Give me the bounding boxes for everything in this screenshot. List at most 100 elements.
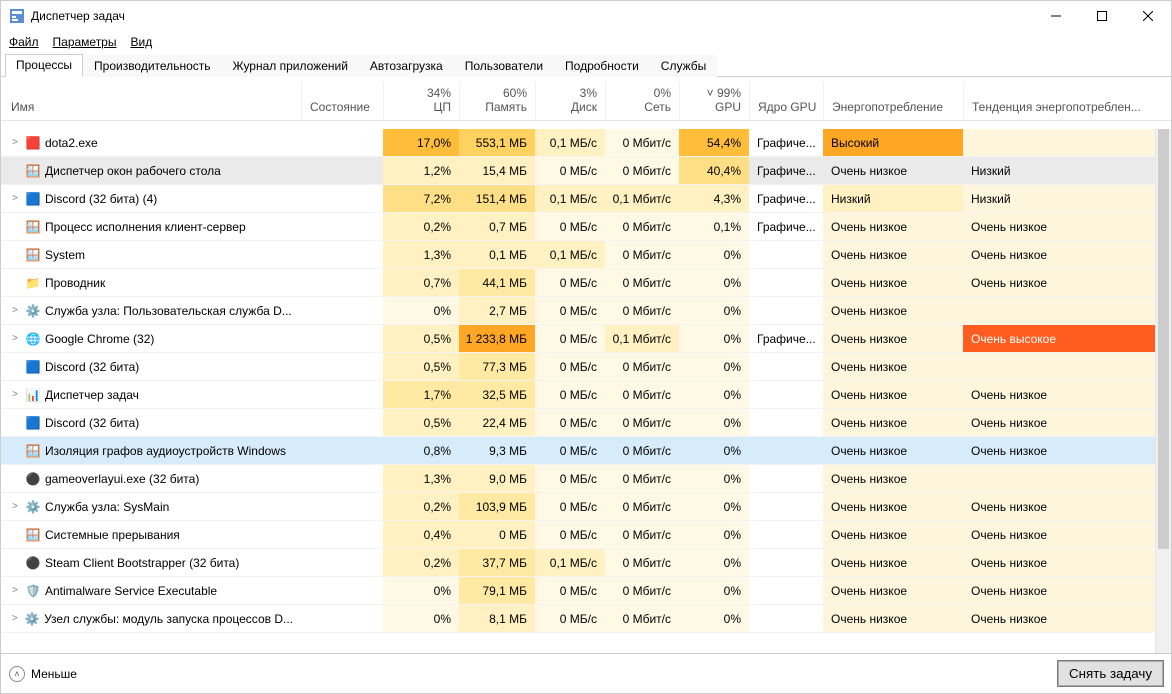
tab-processes[interactable]: Процессы: [5, 54, 83, 77]
disk-cell: 0 МБ/с: [535, 269, 605, 296]
gpu-engine-cell: [749, 353, 823, 380]
power-trend-cell: Очень низкое: [963, 521, 1155, 548]
tab-startup[interactable]: Автозагрузка: [359, 55, 454, 77]
tab-services[interactable]: Службы: [650, 55, 717, 77]
gpu-engine-cell: [749, 409, 823, 436]
expand-chevron-icon[interactable]: >: [9, 305, 21, 316]
scrollbar[interactable]: [1155, 129, 1171, 653]
table-row[interactable]: >⚙️Служба узла: SysMain0,2%103,9 МБ0 МБ/…: [1, 493, 1155, 521]
table-row[interactable]: 🪟Изоляция графов аудиоустройств Windows0…: [1, 437, 1155, 465]
menu-options[interactable]: Параметры: [53, 35, 117, 49]
tab-performance[interactable]: Производительность: [83, 55, 221, 77]
gpu-engine-cell: [749, 381, 823, 408]
table-row[interactable]: >⚙️Служба узла: Пользовательская служба …: [1, 297, 1155, 325]
process-icon: 🛡️: [25, 583, 41, 599]
process-icon: 🪟: [25, 163, 41, 179]
table-row[interactable]: 🪟Процесс исполнения клиент-сервер0,2%0,7…: [1, 213, 1155, 241]
memory-cell: 9,0 МБ: [459, 465, 535, 492]
end-task-button[interactable]: Снять задачу: [1058, 661, 1163, 686]
gpu-engine-cell: [749, 605, 823, 632]
gpu-engine-cell: [749, 297, 823, 324]
gpu-cell: 0%: [679, 381, 749, 408]
network-cell: 0 Мбит/с: [605, 605, 679, 632]
power-trend-cell: [963, 297, 1155, 324]
network-cell: 0,1 Мбит/с: [605, 185, 679, 212]
menu-file[interactable]: Файл: [9, 35, 39, 49]
table-row[interactable]: ⚫gameoverlayui.exe (32 бита)1,3%9,0 МБ0 …: [1, 465, 1155, 493]
network-cell: 0 Мбит/с: [605, 269, 679, 296]
gpu-engine-cell: [749, 521, 823, 548]
window-controls: [1033, 1, 1171, 31]
network-cell: 0 Мбит/с: [605, 241, 679, 268]
expand-chevron-icon[interactable]: >: [9, 389, 21, 400]
memory-cell: 553,1 МБ: [459, 129, 535, 156]
table-row[interactable]: >🛡️Antimalware Service Executable0%79,1 …: [1, 577, 1155, 605]
expand-chevron-icon[interactable]: >: [9, 333, 21, 344]
table-row[interactable]: >🌐Google Chrome (32)0,5%1 233,8 МБ0 МБ/с…: [1, 325, 1155, 353]
col-disk[interactable]: 3%Диск: [535, 82, 605, 120]
scroll-thumb[interactable]: [1158, 129, 1169, 549]
disk-cell: 0 МБ/с: [535, 605, 605, 632]
memory-cell: 44,1 МБ: [459, 269, 535, 296]
table-row[interactable]: 📁Проводник0,7%44,1 МБ0 МБ/с0 Мбит/с0%Оче…: [1, 269, 1155, 297]
process-name: Диспетчер задач: [45, 388, 139, 402]
power-cell: Очень низкое: [823, 577, 963, 604]
col-network[interactable]: 0%Сеть: [605, 82, 679, 120]
table-row[interactable]: >🟥dota2.exe17,0%553,1 МБ0,1 МБ/с0 Мбит/с…: [1, 129, 1155, 157]
table-row[interactable]: 🟦Discord (32 бита)0,5%22,4 МБ0 МБ/с0 Мби…: [1, 409, 1155, 437]
table-row[interactable]: ⚫Steam Client Bootstrapper (32 бита)0,2%…: [1, 549, 1155, 577]
col-power[interactable]: Энергопотребление: [823, 82, 963, 120]
expand-chevron-icon[interactable]: >: [9, 585, 21, 596]
process-name-cell: >⚙️Узел службы: модуль запуска процессов…: [1, 605, 301, 632]
table-row[interactable]: 🪟Диспетчер окон рабочего стола1,2%15,4 М…: [1, 157, 1155, 185]
expand-chevron-icon[interactable]: >: [9, 193, 21, 204]
col-gpu-engine[interactable]: Ядро GPU: [749, 82, 823, 120]
cpu-cell: 0,5%: [383, 409, 459, 436]
tab-details[interactable]: Подробности: [554, 55, 650, 77]
expand-chevron-icon[interactable]: >: [9, 137, 21, 148]
tab-apphistory[interactable]: Журнал приложений: [222, 55, 359, 77]
cpu-cell: 0,7%: [383, 269, 459, 296]
table-row[interactable]: >🟦Discord (32 бита) (4)7,2%151,4 МБ0,1 М…: [1, 185, 1155, 213]
minimize-button[interactable]: [1033, 1, 1079, 31]
disk-cell: 0,1 МБ/с: [535, 549, 605, 576]
col-gpu[interactable]: 99%GPU: [679, 82, 749, 120]
table-row[interactable]: >📊Диспетчер задач1,7%32,5 МБ0 МБ/с0 Мбит…: [1, 381, 1155, 409]
process-icon: 📊: [25, 387, 41, 403]
col-name[interactable]: Имя: [1, 82, 301, 120]
network-cell: 0 Мбит/с: [605, 213, 679, 240]
menu-view[interactable]: Вид: [130, 35, 152, 49]
network-cell: 0 Мбит/с: [605, 577, 679, 604]
process-name: Системные прерывания: [45, 528, 180, 542]
expand-chevron-icon[interactable]: >: [9, 501, 21, 512]
table-row[interactable]: >⚙️Узел службы: модуль запуска процессов…: [1, 605, 1155, 633]
state-cell: [301, 269, 383, 296]
power-trend-cell: [963, 353, 1155, 380]
table-row[interactable]: 🪟Системные прерывания0,4%0 МБ0 МБ/с0 Мби…: [1, 521, 1155, 549]
close-button[interactable]: [1125, 1, 1171, 31]
col-state[interactable]: Состояние: [301, 82, 383, 120]
tab-users[interactable]: Пользователи: [454, 55, 554, 77]
gpu-cell: 4,3%: [679, 185, 749, 212]
process-name: Steam Client Bootstrapper (32 бита): [45, 556, 239, 570]
gpu-cell: 0%: [679, 605, 749, 632]
app-icon: [9, 8, 25, 24]
state-cell: [301, 185, 383, 212]
table-row[interactable]: 🪟System1,3%0,1 МБ0,1 МБ/с0 Мбит/с0%Очень…: [1, 241, 1155, 269]
fewer-details-button[interactable]: ˄ Меньше: [9, 666, 77, 682]
window-title: Диспетчер задач: [31, 9, 1033, 23]
power-trend-cell: Очень низкое: [963, 269, 1155, 296]
col-cpu[interactable]: 34%ЦП: [383, 82, 459, 120]
state-cell: [301, 577, 383, 604]
process-list[interactable]: >🟥dota2.exe17,0%553,1 МБ0,1 МБ/с0 Мбит/с…: [1, 129, 1155, 653]
expand-chevron-icon[interactable]: >: [9, 613, 21, 624]
process-name-cell: 🪟System: [1, 241, 301, 268]
disk-cell: 0 МБ/с: [535, 521, 605, 548]
col-power-trend[interactable]: Тенденция энергопотреблен...: [963, 82, 1171, 120]
disk-cell: 0 МБ/с: [535, 437, 605, 464]
maximize-button[interactable]: [1079, 1, 1125, 31]
process-icon: 🪟: [25, 443, 41, 459]
table-row[interactable]: 🟦Discord (32 бита)0,5%77,3 МБ0 МБ/с0 Мби…: [1, 353, 1155, 381]
col-memory[interactable]: 60%Память: [459, 82, 535, 120]
gpu-engine-cell: Графиче...: [749, 185, 823, 212]
